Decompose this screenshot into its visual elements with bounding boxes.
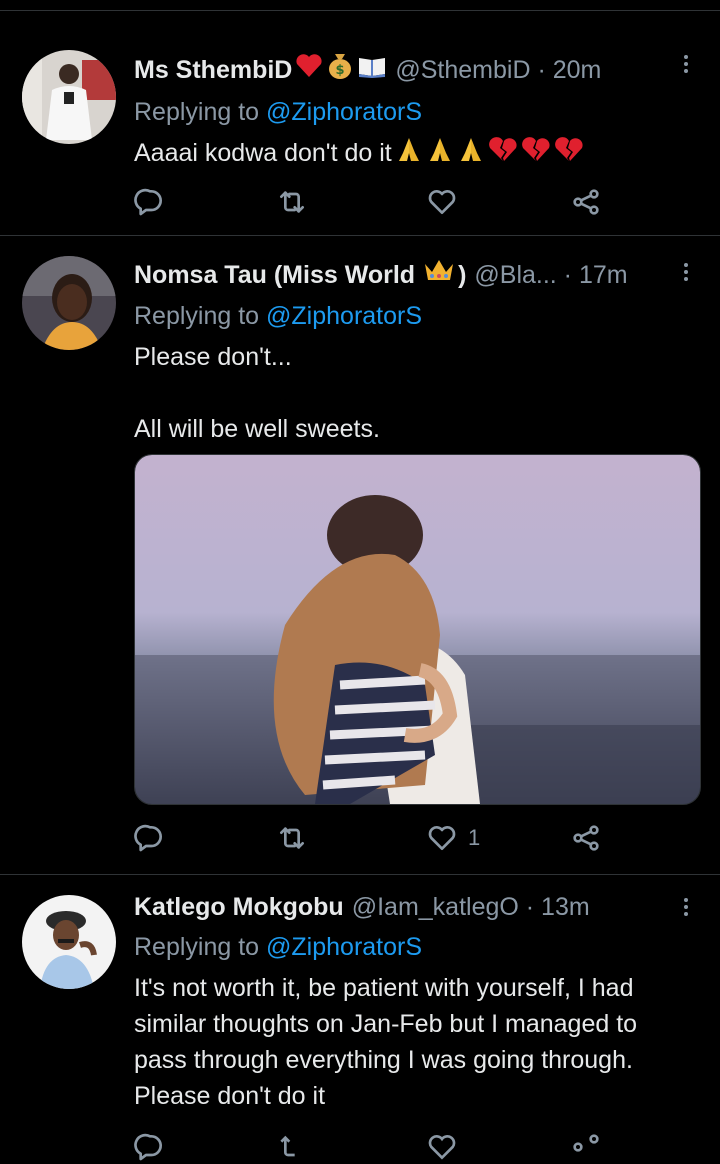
retweet-icon bbox=[280, 827, 304, 849]
more-options-icon[interactable] bbox=[684, 52, 690, 76]
like-count: 1 bbox=[468, 825, 481, 850]
replying-label: Replying to bbox=[134, 302, 267, 330]
reply-button[interactable] bbox=[134, 821, 166, 855]
like-icon bbox=[428, 826, 456, 850]
crown-icon bbox=[423, 256, 455, 293]
more-options-icon[interactable] bbox=[684, 895, 690, 919]
broken-heart-icon bbox=[488, 136, 518, 172]
reply-icon bbox=[134, 824, 162, 852]
share-button[interactable] bbox=[570, 821, 602, 855]
folded-hands-icon bbox=[457, 135, 485, 173]
replying-to: Replying to @ZiphoratorS bbox=[134, 299, 680, 333]
display-name-suffix: ) bbox=[458, 260, 467, 289]
reply-icon bbox=[134, 188, 162, 216]
retweet-icon bbox=[280, 191, 304, 213]
reply-icon bbox=[134, 1133, 162, 1161]
couple-hugging-photo[interactable] bbox=[134, 454, 701, 805]
retweet-button[interactable] bbox=[276, 1130, 308, 1164]
like-button[interactable] bbox=[426, 1130, 458, 1164]
open-book-icon bbox=[357, 53, 387, 87]
user-handle-timestamp[interactable]: @Iam_katlegO · 13m bbox=[352, 890, 590, 924]
replying-label: Replying to bbox=[134, 98, 267, 126]
tweet-text: It's not worth it, be patient with yours… bbox=[134, 974, 638, 1110]
share-icon bbox=[573, 1134, 599, 1152]
replying-to: Replying to @ZiphoratorS bbox=[134, 95, 680, 129]
retweet-button[interactable] bbox=[276, 185, 308, 219]
display-name[interactable]: Ms SthembiD bbox=[134, 53, 292, 87]
reply-button[interactable] bbox=[134, 185, 166, 219]
like-button[interactable]: 1 bbox=[426, 821, 480, 855]
user-handle-timestamp[interactable]: @Bla... · 17m bbox=[474, 258, 627, 292]
display-name[interactable]: Katlego Mokgobu bbox=[134, 890, 344, 924]
red-heart-icon bbox=[295, 52, 323, 87]
tweet-text-line: All will be well sweets. bbox=[134, 415, 380, 443]
avatar[interactable] bbox=[22, 50, 116, 144]
broken-heart-icon bbox=[554, 136, 584, 172]
tweet-1[interactable]: Ms SthembiD $ @SthembiD · 20m Replying t… bbox=[0, 0, 720, 235]
svg-text:$: $ bbox=[336, 63, 345, 78]
like-button[interactable] bbox=[426, 185, 468, 219]
tweet-2[interactable]: Nomsa Tau (Miss World ) @Bla... · 17m Re… bbox=[0, 236, 720, 874]
tweet-text: Please don't... All will be well sweets. bbox=[134, 339, 680, 447]
more-options-icon[interactable] bbox=[684, 260, 690, 284]
tweet-3[interactable]: Katlego Mokgobu @Iam_katlegO · 13m Reply… bbox=[0, 875, 720, 1161]
avatar[interactable] bbox=[22, 895, 116, 989]
share-icon bbox=[573, 189, 599, 215]
mention-link[interactable]: @ZiphoratorS bbox=[266, 933, 422, 961]
money-bag-icon: $ bbox=[326, 50, 354, 89]
folded-hands-icon bbox=[426, 135, 454, 173]
tweet-actions bbox=[134, 1130, 604, 1164]
tweet-actions bbox=[134, 185, 604, 219]
retweet-button[interactable] bbox=[276, 821, 308, 855]
folded-hands-icon bbox=[395, 135, 423, 173]
share-icon bbox=[573, 825, 599, 851]
tweet-text: Aaaai kodwa don't do it bbox=[134, 135, 680, 173]
tweet-text-content: Aaaai kodwa don't do it bbox=[134, 139, 392, 167]
share-button[interactable] bbox=[570, 185, 602, 219]
replying-to: Replying to @ZiphoratorS bbox=[134, 930, 680, 964]
retweet-icon bbox=[280, 1135, 295, 1157]
tweet-actions: 1 bbox=[134, 821, 604, 855]
broken-heart-icon bbox=[521, 136, 551, 172]
replying-label: Replying to bbox=[134, 933, 267, 961]
mention-link[interactable]: @ZiphoratorS bbox=[266, 98, 422, 126]
tweet-text-line: Please don't... bbox=[134, 343, 292, 371]
share-button[interactable] bbox=[570, 1130, 602, 1164]
display-name[interactable]: Nomsa Tau (Miss World bbox=[134, 258, 415, 292]
avatar[interactable] bbox=[22, 256, 116, 350]
mention-link[interactable]: @ZiphoratorS bbox=[266, 302, 422, 330]
user-handle-timestamp[interactable]: @SthembiD · 20m bbox=[395, 53, 601, 87]
like-icon bbox=[428, 190, 456, 214]
reply-button[interactable] bbox=[134, 1130, 166, 1164]
like-icon bbox=[428, 1135, 456, 1160]
